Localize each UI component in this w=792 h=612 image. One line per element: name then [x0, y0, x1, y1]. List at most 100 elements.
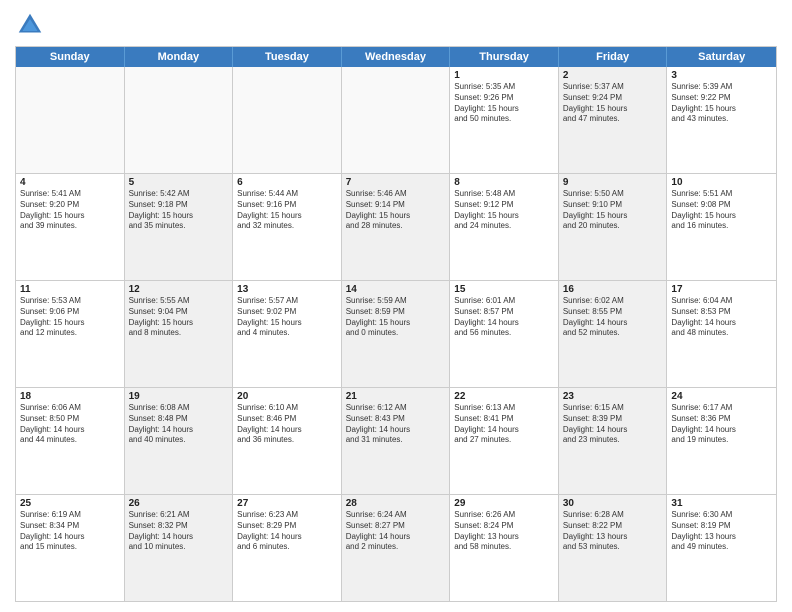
cal-header-cell: Tuesday: [233, 47, 342, 67]
cal-cell: 2Sunrise: 5:37 AM Sunset: 9:24 PM Daylig…: [559, 67, 668, 173]
cell-text: Sunrise: 5:41 AM Sunset: 9:20 PM Dayligh…: [20, 189, 120, 232]
day-number: 17: [671, 284, 772, 295]
cal-cell: 15Sunrise: 6:01 AM Sunset: 8:57 PM Dayli…: [450, 281, 559, 387]
day-number: 24: [671, 391, 772, 402]
day-number: 7: [346, 177, 446, 188]
day-number: 20: [237, 391, 337, 402]
day-number: 16: [563, 284, 663, 295]
day-number: 3: [671, 70, 772, 81]
day-number: 6: [237, 177, 337, 188]
cell-text: Sunrise: 5:50 AM Sunset: 9:10 PM Dayligh…: [563, 189, 663, 232]
cal-cell: 11Sunrise: 5:53 AM Sunset: 9:06 PM Dayli…: [16, 281, 125, 387]
cal-week: 1Sunrise: 5:35 AM Sunset: 9:26 PM Daylig…: [16, 67, 776, 174]
day-number: 4: [20, 177, 120, 188]
day-number: 28: [346, 498, 446, 509]
cell-text: Sunrise: 6:04 AM Sunset: 8:53 PM Dayligh…: [671, 296, 772, 339]
cell-text: Sunrise: 6:21 AM Sunset: 8:32 PM Dayligh…: [129, 510, 229, 553]
header: [15, 10, 777, 40]
cal-cell: 14Sunrise: 5:59 AM Sunset: 8:59 PM Dayli…: [342, 281, 451, 387]
cal-cell: 8Sunrise: 5:48 AM Sunset: 9:12 PM Daylig…: [450, 174, 559, 280]
day-number: 10: [671, 177, 772, 188]
cal-cell: 9Sunrise: 5:50 AM Sunset: 9:10 PM Daylig…: [559, 174, 668, 280]
cal-cell: 10Sunrise: 5:51 AM Sunset: 9:08 PM Dayli…: [667, 174, 776, 280]
calendar-header-row: SundayMondayTuesdayWednesdayThursdayFrid…: [16, 47, 776, 67]
cal-header-cell: Friday: [559, 47, 668, 67]
calendar-body: 1Sunrise: 5:35 AM Sunset: 9:26 PM Daylig…: [16, 67, 776, 601]
day-number: 23: [563, 391, 663, 402]
cal-cell: 4Sunrise: 5:41 AM Sunset: 9:20 PM Daylig…: [16, 174, 125, 280]
cal-cell: 7Sunrise: 5:46 AM Sunset: 9:14 PM Daylig…: [342, 174, 451, 280]
cell-text: Sunrise: 5:42 AM Sunset: 9:18 PM Dayligh…: [129, 189, 229, 232]
cal-cell: 17Sunrise: 6:04 AM Sunset: 8:53 PM Dayli…: [667, 281, 776, 387]
day-number: 1: [454, 70, 554, 81]
day-number: 9: [563, 177, 663, 188]
cell-text: Sunrise: 6:08 AM Sunset: 8:48 PM Dayligh…: [129, 403, 229, 446]
logo-icon: [15, 10, 45, 40]
cal-cell: 31Sunrise: 6:30 AM Sunset: 8:19 PM Dayli…: [667, 495, 776, 601]
cal-cell: 29Sunrise: 6:26 AM Sunset: 8:24 PM Dayli…: [450, 495, 559, 601]
cal-cell: 27Sunrise: 6:23 AM Sunset: 8:29 PM Dayli…: [233, 495, 342, 601]
cal-cell: 3Sunrise: 5:39 AM Sunset: 9:22 PM Daylig…: [667, 67, 776, 173]
logo: [15, 10, 49, 40]
cell-text: Sunrise: 6:13 AM Sunset: 8:41 PM Dayligh…: [454, 403, 554, 446]
cell-text: Sunrise: 6:24 AM Sunset: 8:27 PM Dayligh…: [346, 510, 446, 553]
cal-cell: [342, 67, 451, 173]
cal-cell: 18Sunrise: 6:06 AM Sunset: 8:50 PM Dayli…: [16, 388, 125, 494]
cal-cell: 19Sunrise: 6:08 AM Sunset: 8:48 PM Dayli…: [125, 388, 234, 494]
day-number: 27: [237, 498, 337, 509]
cal-header-cell: Monday: [125, 47, 234, 67]
cell-text: Sunrise: 5:53 AM Sunset: 9:06 PM Dayligh…: [20, 296, 120, 339]
cal-cell: [125, 67, 234, 173]
cal-week: 11Sunrise: 5:53 AM Sunset: 9:06 PM Dayli…: [16, 281, 776, 388]
cal-cell: 22Sunrise: 6:13 AM Sunset: 8:41 PM Dayli…: [450, 388, 559, 494]
cal-cell: 25Sunrise: 6:19 AM Sunset: 8:34 PM Dayli…: [16, 495, 125, 601]
cell-text: Sunrise: 5:55 AM Sunset: 9:04 PM Dayligh…: [129, 296, 229, 339]
day-number: 8: [454, 177, 554, 188]
calendar: SundayMondayTuesdayWednesdayThursdayFrid…: [15, 46, 777, 602]
day-number: 18: [20, 391, 120, 402]
cell-text: Sunrise: 6:10 AM Sunset: 8:46 PM Dayligh…: [237, 403, 337, 446]
cell-text: Sunrise: 6:06 AM Sunset: 8:50 PM Dayligh…: [20, 403, 120, 446]
cal-cell: 5Sunrise: 5:42 AM Sunset: 9:18 PM Daylig…: [125, 174, 234, 280]
day-number: 2: [563, 70, 663, 81]
cal-week: 25Sunrise: 6:19 AM Sunset: 8:34 PM Dayli…: [16, 495, 776, 601]
day-number: 15: [454, 284, 554, 295]
cell-text: Sunrise: 5:48 AM Sunset: 9:12 PM Dayligh…: [454, 189, 554, 232]
cell-text: Sunrise: 6:17 AM Sunset: 8:36 PM Dayligh…: [671, 403, 772, 446]
cell-text: Sunrise: 6:23 AM Sunset: 8:29 PM Dayligh…: [237, 510, 337, 553]
cell-text: Sunrise: 5:37 AM Sunset: 9:24 PM Dayligh…: [563, 82, 663, 125]
cell-text: Sunrise: 6:01 AM Sunset: 8:57 PM Dayligh…: [454, 296, 554, 339]
cal-cell: 12Sunrise: 5:55 AM Sunset: 9:04 PM Dayli…: [125, 281, 234, 387]
cal-cell: [16, 67, 125, 173]
cal-cell: 24Sunrise: 6:17 AM Sunset: 8:36 PM Dayli…: [667, 388, 776, 494]
cell-text: Sunrise: 6:02 AM Sunset: 8:55 PM Dayligh…: [563, 296, 663, 339]
cal-header-cell: Sunday: [16, 47, 125, 67]
cell-text: Sunrise: 6:12 AM Sunset: 8:43 PM Dayligh…: [346, 403, 446, 446]
cell-text: Sunrise: 5:44 AM Sunset: 9:16 PM Dayligh…: [237, 189, 337, 232]
day-number: 31: [671, 498, 772, 509]
cell-text: Sunrise: 6:15 AM Sunset: 8:39 PM Dayligh…: [563, 403, 663, 446]
cell-text: Sunrise: 5:35 AM Sunset: 9:26 PM Dayligh…: [454, 82, 554, 125]
cal-header-cell: Saturday: [667, 47, 776, 67]
cal-cell: 13Sunrise: 5:57 AM Sunset: 9:02 PM Dayli…: [233, 281, 342, 387]
day-number: 30: [563, 498, 663, 509]
cal-week: 4Sunrise: 5:41 AM Sunset: 9:20 PM Daylig…: [16, 174, 776, 281]
day-number: 14: [346, 284, 446, 295]
page: SundayMondayTuesdayWednesdayThursdayFrid…: [0, 0, 792, 612]
cell-text: Sunrise: 6:28 AM Sunset: 8:22 PM Dayligh…: [563, 510, 663, 553]
day-number: 19: [129, 391, 229, 402]
cal-cell: 1Sunrise: 5:35 AM Sunset: 9:26 PM Daylig…: [450, 67, 559, 173]
cal-cell: 23Sunrise: 6:15 AM Sunset: 8:39 PM Dayli…: [559, 388, 668, 494]
cal-cell: 16Sunrise: 6:02 AM Sunset: 8:55 PM Dayli…: [559, 281, 668, 387]
day-number: 5: [129, 177, 229, 188]
cell-text: Sunrise: 6:26 AM Sunset: 8:24 PM Dayligh…: [454, 510, 554, 553]
cal-week: 18Sunrise: 6:06 AM Sunset: 8:50 PM Dayli…: [16, 388, 776, 495]
day-number: 22: [454, 391, 554, 402]
day-number: 11: [20, 284, 120, 295]
cal-cell: [233, 67, 342, 173]
cal-header-cell: Thursday: [450, 47, 559, 67]
day-number: 12: [129, 284, 229, 295]
cal-cell: 28Sunrise: 6:24 AM Sunset: 8:27 PM Dayli…: [342, 495, 451, 601]
cal-cell: 6Sunrise: 5:44 AM Sunset: 9:16 PM Daylig…: [233, 174, 342, 280]
cell-text: Sunrise: 5:51 AM Sunset: 9:08 PM Dayligh…: [671, 189, 772, 232]
